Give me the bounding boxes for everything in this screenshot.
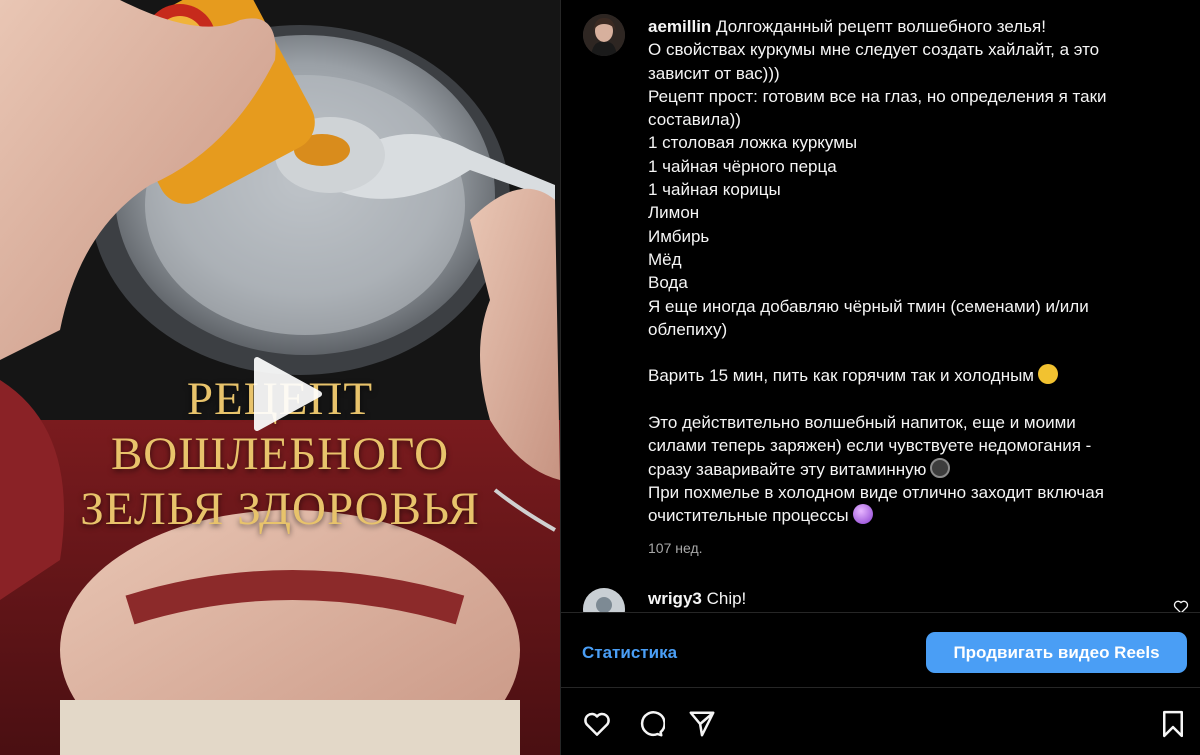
caption-line: составила))	[648, 110, 741, 130]
comment-bubble-icon[interactable]	[635, 709, 666, 739]
caption-line: силами теперь заряжен) если чувствуете н…	[648, 436, 1092, 456]
caption-line: Вода	[648, 273, 688, 293]
caption-line: О свойствах куркумы мне следует создать …	[648, 40, 1100, 60]
caption-line: Мёд	[648, 249, 682, 269]
post-caption: aemillin Долгожданный рецепт волшебного …	[648, 15, 1168, 560]
caption-line: сразу заваривайте эту витаминную	[648, 459, 927, 479]
caption-line: Имбирь	[648, 226, 710, 246]
caption-line: Варить 15 мин, пить как горячим так и хо…	[648, 366, 1034, 386]
caption-line: очистительные процессы	[648, 506, 849, 526]
comment-text: Chip!	[706, 589, 747, 608]
crystal-ball-emoji-icon	[852, 504, 873, 525]
caption-line: Это действительно волшебный напиток, еще…	[648, 413, 1076, 433]
like-heart-icon[interactable]	[582, 709, 612, 739]
author-avatar[interactable]	[583, 14, 625, 56]
play-icon[interactable]	[243, 352, 327, 436]
promote-reel-button[interactable]: Продвигать видео Reels	[926, 632, 1187, 673]
caption-line: 1 столовая ложка куркумы	[648, 133, 858, 153]
hugging-face-emoji-icon	[1038, 364, 1058, 385]
commenter-username[interactable]: wrigy3	[648, 589, 702, 608]
statistics-link[interactable]: Статистика	[582, 643, 677, 663]
caption-line: Долгожданный рецепт волшебного зелья!	[716, 17, 1046, 36]
caption-line: 1 чайная чёрного перца	[648, 156, 837, 176]
like-comment-heart-icon[interactable]	[1173, 599, 1189, 612]
reel-video[interactable]: РЕЦЕПТ ВОШЛЕБНОГО ЗЕЛЬЯ ЗДОРОВЬЯ	[0, 0, 560, 755]
caption-line: При похмелье в холодном виде отлично зах…	[648, 482, 1104, 502]
caption-line: Я еще иногда добавляю чёрный тмин (семен…	[648, 296, 1089, 316]
commenter-avatar[interactable]	[583, 588, 625, 612]
bomb-emoji-icon	[930, 457, 951, 478]
save-bookmark-icon[interactable]	[1158, 709, 1188, 739]
caption-line: облепиху)	[648, 319, 728, 339]
comment: wrigy3 Chip!	[648, 589, 746, 609]
divider	[561, 612, 1200, 613]
caption-scroll-area[interactable]: aemillin Долгожданный рецепт волшебного …	[561, 0, 1200, 612]
share-send-icon[interactable]	[687, 709, 717, 739]
divider	[561, 687, 1200, 688]
overlay-title-line: ЗЕЛЬЯ ЗДОРОВЬЯ	[80, 483, 480, 535]
caption-line: Рецепт прост: готовим все на глаз, но оп…	[648, 86, 1107, 106]
caption-line: зависит от вас)))	[648, 63, 780, 83]
caption-line: Лимон	[648, 203, 700, 223]
author-username[interactable]: aemillin	[648, 17, 711, 36]
caption-line: 1 чайная корицы	[648, 180, 781, 200]
post-side-panel: aemillin Долгожданный рецепт волшебного …	[560, 0, 1200, 755]
post-timestamp[interactable]: 107 нед.	[648, 537, 1168, 560]
